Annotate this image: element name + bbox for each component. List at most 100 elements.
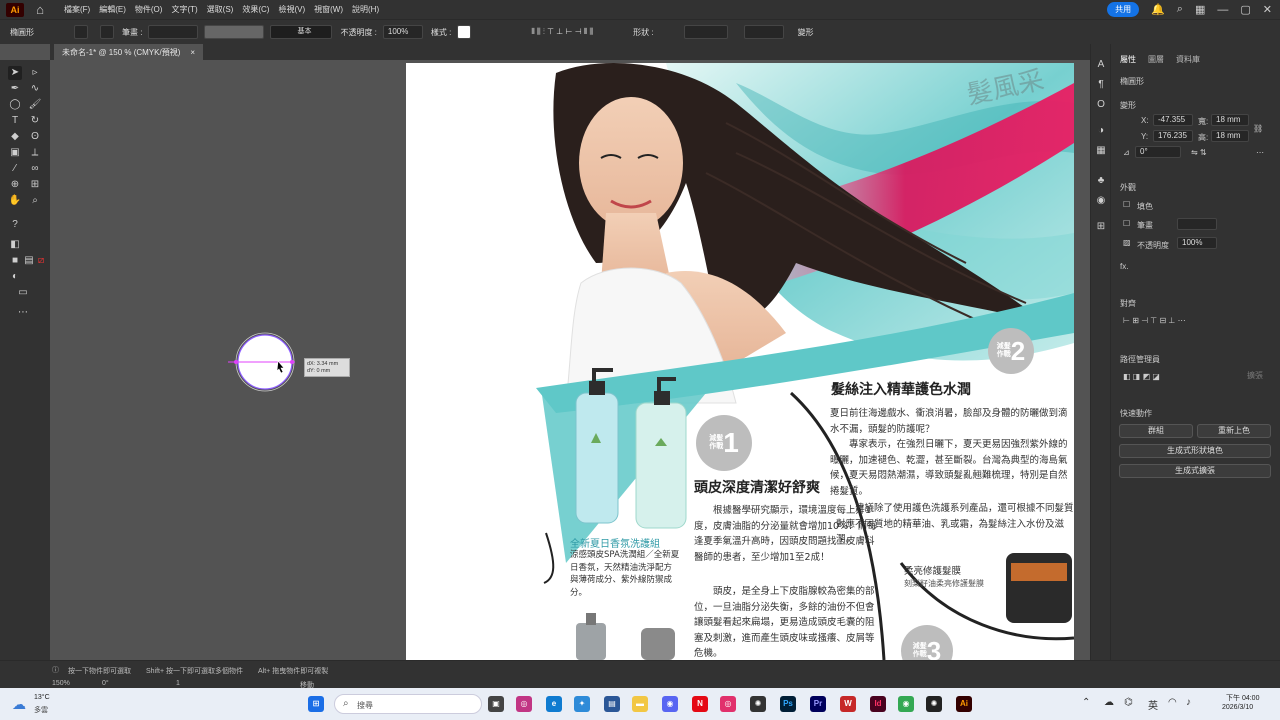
rotate-tool-icon[interactable]: ↻ — [28, 114, 42, 128]
weather-icon[interactable]: ☁ — [12, 696, 26, 713]
rotation-select[interactable]: 0° — [102, 680, 109, 687]
menu-object[interactable]: 物件(O) — [135, 4, 163, 15]
artboard-tool-icon[interactable]: ⊞ — [28, 178, 42, 192]
draw-mode-icon[interactable]: ◐ — [8, 270, 22, 284]
expand-button[interactable]: 擴張 — [1247, 370, 1263, 381]
x-field[interactable]: -47.355 — [1153, 114, 1193, 126]
menu-window[interactable]: 視窗(W) — [314, 4, 343, 15]
opacity-field[interactable]: 100% — [382, 25, 423, 39]
height-field[interactable]: 18 mm — [1211, 130, 1249, 142]
clock-time[interactable]: 下午 04:00 — [1226, 693, 1259, 703]
arrange-documents-icon[interactable]: ▦ — [1195, 3, 1205, 16]
stroke-swatch[interactable] — [100, 25, 114, 39]
edge-icon[interactable]: e — [546, 696, 562, 712]
menu-select[interactable]: 選取(S) — [207, 4, 234, 15]
openai-icon[interactable]: ✺ — [926, 696, 942, 712]
align-controls[interactable]: ⫴ ⫼ ⫶ ⊤ ⊥ ⊢ ⊣ ⫴ ⫼ — [531, 27, 593, 37]
camera-app-icon[interactable]: ◎ — [720, 696, 736, 712]
character-icon[interactable]: ¶ — [1094, 78, 1108, 92]
ime-indicator[interactable]: 英 — [1148, 697, 1158, 712]
shape-field-1[interactable] — [683, 25, 728, 39]
task-view-icon[interactable]: ▣ — [488, 696, 504, 712]
copilot-icon[interactable]: ✦ — [574, 696, 590, 712]
tab-properties[interactable]: 屬性 — [1120, 54, 1136, 65]
graphic-style-swatch[interactable] — [457, 25, 472, 39]
cloud-tray-icon[interactable]: ☁ — [1104, 697, 1114, 708]
maximize-icon[interactable]: ▢ — [1240, 3, 1250, 16]
width-tool-icon[interactable]: ⟂ — [28, 146, 42, 160]
wifi-icon[interactable]: ◠ — [1168, 697, 1177, 708]
shape-field-2[interactable] — [743, 25, 784, 39]
eraser-tool-icon[interactable]: ◆ — [8, 130, 22, 144]
glyph-icon[interactable]: O — [1094, 98, 1108, 112]
store-icon[interactable]: ▤ — [604, 696, 620, 712]
start-icon[interactable]: ⊞ — [308, 696, 324, 712]
direct-selection-tool-icon[interactable]: ▹ — [28, 66, 42, 80]
more-tools-icon[interactable]: ⋯ — [16, 306, 30, 320]
type-tool-icon[interactable]: T — [8, 114, 22, 128]
blend-tool-icon[interactable]: ∞ — [28, 162, 42, 176]
ellipse-tool-icon[interactable]: ◯ — [8, 98, 22, 112]
network-tray-icon[interactable]: ⌬ — [1124, 697, 1133, 708]
pen-tool-icon[interactable]: ✒ — [8, 82, 22, 96]
zoom-tool-icon[interactable]: ⌕ — [28, 194, 42, 208]
menu-effect[interactable]: 效果(C) — [242, 4, 269, 15]
fill-swatch[interactable] — [74, 25, 88, 39]
fx-label[interactable]: fx. — [1120, 262, 1128, 271]
group-button[interactable]: 群組 — [1119, 424, 1193, 438]
selection-tool-icon[interactable]: ➤ — [8, 66, 22, 80]
appearance-icon[interactable]: ◉ — [1094, 194, 1108, 208]
notification-bell-icon[interactable]: 🔔 — [1151, 3, 1165, 16]
symbol-icon[interactable]: ♣ — [1094, 174, 1108, 188]
minimize-icon[interactable]: — — [1217, 4, 1228, 16]
fill-swatch-icon[interactable]: ☐ — [1123, 200, 1130, 209]
transform-icon[interactable]: ⊞ — [1094, 220, 1108, 234]
none-mode-icon[interactable]: ⧄ — [34, 254, 48, 268]
volume-icon[interactable]: ♪ — [1186, 697, 1191, 708]
tab-libraries[interactable]: 資料庫 — [1176, 54, 1200, 65]
paintbrush-tool-icon[interactable]: 🖌 — [28, 98, 42, 112]
premiere-icon[interactable]: Pr — [810, 696, 826, 712]
canvas[interactable]: dX: 3.34 mm dY: 0 mm 髮風采 減髮作戰 2 減髮作戰 1 減… — [50, 60, 1090, 660]
wps-icon[interactable]: W — [840, 696, 856, 712]
lasso-tool-icon[interactable]: ʘ — [28, 130, 42, 144]
brush-definition-select[interactable]: 基本 — [270, 25, 333, 39]
home-icon[interactable]: ⌂ — [32, 2, 48, 18]
stroke-swatch-icon[interactable]: ☐ — [1123, 219, 1130, 228]
hand-tool-icon[interactable]: ✋ — [8, 194, 22, 208]
swatches-icon[interactable]: ▦ — [1094, 144, 1108, 158]
tab-layers[interactable]: 圖層 — [1148, 54, 1164, 65]
menu-file[interactable]: 檔案(F) — [64, 4, 90, 15]
instagram-icon[interactable]: ◎ — [516, 696, 532, 712]
share-button[interactable]: 共用 — [1107, 2, 1140, 17]
close-tab-icon[interactable]: × — [190, 48, 195, 57]
chatgpt-icon[interactable]: ✺ — [750, 696, 766, 712]
fill-stroke-icon[interactable]: ◧ — [8, 238, 22, 252]
color-mode-icons[interactable]: ■ — [8, 254, 22, 268]
shape-builder-tool-icon[interactable]: ⊕ — [8, 178, 22, 192]
angle-field[interactable]: 0° — [1135, 146, 1181, 158]
tray-chevron-icon[interactable]: ⌃ — [1082, 697, 1090, 708]
free-transform-tool-icon[interactable]: ▣ — [8, 146, 22, 160]
recolor-button[interactable]: 重新上色 — [1197, 424, 1271, 438]
flip-icons[interactable]: ⇋ ⇅ — [1191, 148, 1207, 157]
discord-icon[interactable]: ◉ — [662, 696, 678, 712]
constrain-proportions-icon[interactable]: ⛓ — [1253, 124, 1263, 133]
properties-icon[interactable]: A — [1094, 58, 1108, 72]
menu-type[interactable]: 文字(T) — [171, 4, 197, 15]
pathfinder-buttons[interactable]: ◧ ◨ ◩ ◪ — [1123, 372, 1160, 381]
stroke-weight-field[interactable] — [1177, 218, 1217, 230]
chrome-icon[interactable]: ◉ — [898, 696, 914, 712]
artboard-number[interactable]: 1 — [176, 680, 180, 687]
illustrator-taskbar-icon[interactable]: Ai — [956, 696, 972, 712]
menu-help[interactable]: 說明(H) — [352, 4, 379, 15]
netflix-icon[interactable]: N — [692, 696, 708, 712]
search-icon[interactable]: ⌕ — [1177, 3, 1183, 16]
menu-view[interactable]: 檢視(V) — [278, 4, 305, 15]
align-buttons[interactable]: ⊢ ⊞ ⊣ ⊤ ⊟ ⊥ ⋯ — [1123, 316, 1186, 325]
clock-date[interactable]: 2026/3/10 — [1222, 704, 1253, 711]
stroke-weight-field[interactable] — [148, 25, 199, 39]
eyedropper-tool-icon[interactable]: ⁄ — [8, 162, 22, 176]
artboard[interactable]: 髮風采 減髮作戰 2 減髮作戰 1 減髮作戰 3 髮絲注入精華護色水潤 夏日前往… — [406, 63, 1074, 660]
opacity-field[interactable]: 100% — [1177, 237, 1217, 249]
